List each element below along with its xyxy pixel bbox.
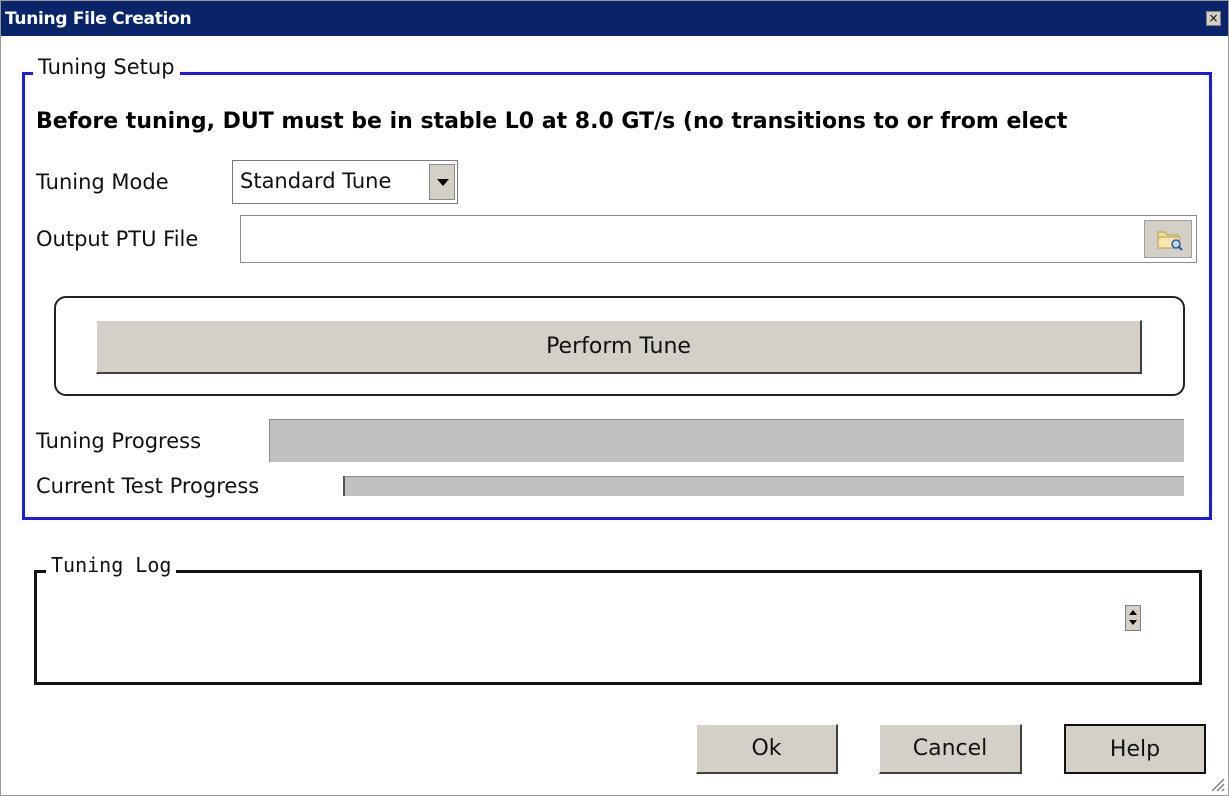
- tuning-log-group: [34, 570, 1202, 685]
- output-ptu-file-label: Output PTU File: [36, 227, 199, 251]
- window-title: Tuning File Creation: [5, 9, 192, 29]
- help-button[interactable]: Help: [1064, 724, 1206, 774]
- tuning-warning-text: Before tuning, DUT must be in stable L0 …: [36, 109, 1068, 134]
- tuning-mode-value: Standard Tune: [240, 169, 392, 193]
- tuning-log-legend: Tuning Log: [46, 553, 177, 577]
- resize-grip-icon[interactable]: [1209, 776, 1225, 792]
- spinner-icon[interactable]: [1125, 605, 1141, 631]
- tuning-progress-label: Tuning Progress: [36, 429, 202, 453]
- chevron-down-icon[interactable]: [429, 164, 455, 200]
- spinner-up-icon[interactable]: [1129, 610, 1137, 615]
- tuning-mode-select[interactable]: Standard Tune: [232, 160, 458, 204]
- close-icon[interactable]: ×: [1206, 11, 1221, 26]
- folder-browse-icon: [1157, 231, 1183, 251]
- perform-tune-button[interactable]: Perform Tune: [96, 320, 1142, 374]
- title-bar: Tuning File Creation ×: [1, 1, 1228, 36]
- tuning-progress-bar: [269, 419, 1184, 462]
- ok-button[interactable]: Ok: [696, 724, 838, 774]
- cancel-button[interactable]: Cancel: [879, 724, 1022, 774]
- spinner-down-icon[interactable]: [1129, 620, 1137, 625]
- browse-button[interactable]: [1144, 220, 1192, 258]
- current-test-progress-label: Current Test Progress: [36, 474, 260, 498]
- current-test-progress-bar: [343, 476, 1184, 496]
- tuning-mode-label: Tuning Mode: [36, 170, 169, 194]
- tuning-setup-legend: Tuning Setup: [33, 55, 180, 79]
- output-ptu-file-field[interactable]: [240, 215, 1197, 263]
